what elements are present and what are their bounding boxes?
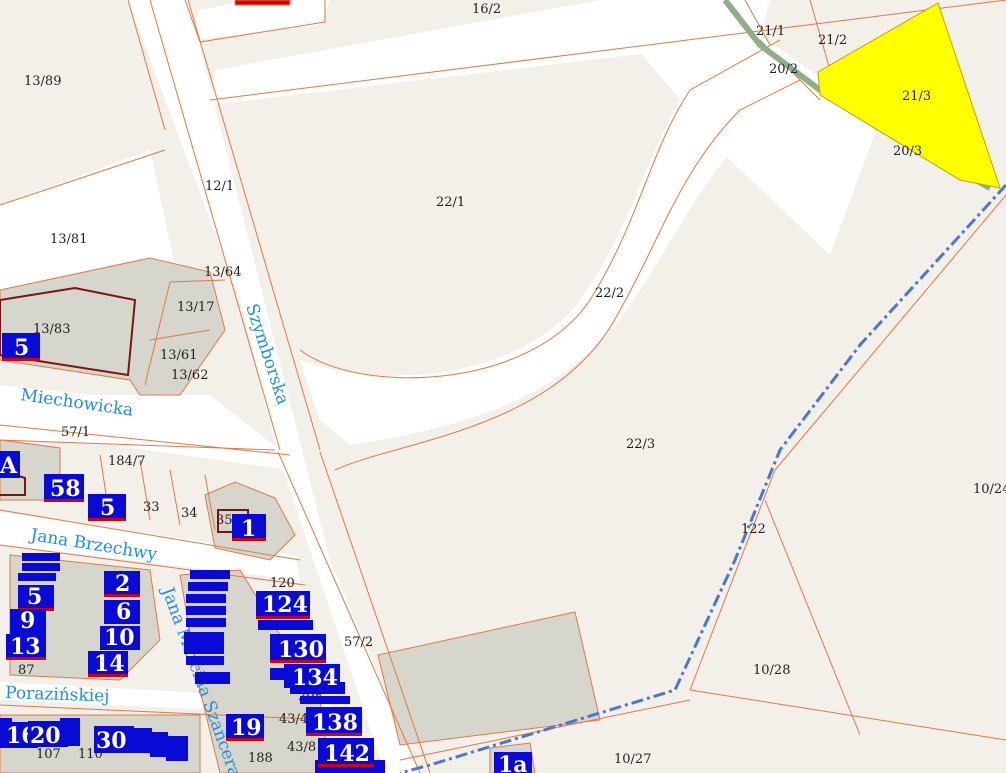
svg-text:1: 1 xyxy=(241,516,256,542)
svg-text:20: 20 xyxy=(30,723,61,749)
parcel-label: 43/4 xyxy=(279,712,308,727)
parcel-label: 120 xyxy=(270,576,295,591)
parcel-label: 184/7 xyxy=(108,454,145,469)
parcel-label: 13/62 xyxy=(171,368,208,383)
house-number-marker: 20 xyxy=(28,721,68,749)
parcel-label: 16/2 xyxy=(472,2,501,17)
parcel-label: 13/81 xyxy=(50,232,87,247)
house-number-marker: 13 xyxy=(6,634,46,660)
parcel-label: 21/2 xyxy=(818,33,847,48)
house-number-marker: 5 xyxy=(88,494,126,521)
parcel-label: 122 xyxy=(741,522,766,537)
svg-text:5: 5 xyxy=(14,335,29,361)
house-number-marker: 58 xyxy=(44,474,84,502)
house-number-marker: 130 xyxy=(270,634,326,663)
svg-text:9: 9 xyxy=(20,608,35,634)
parcel-label: 35 xyxy=(216,513,233,528)
house-number-marker: 5 xyxy=(2,333,40,361)
parcel-label: 57/2 xyxy=(344,635,373,650)
parcel-label: 21/3 xyxy=(902,89,931,104)
house-number-marker: 2 xyxy=(104,571,140,597)
cadastral-map[interactable]: 16/2 13/89 21/1 21/2 20/2 21/3 20/3 22/1… xyxy=(0,0,1006,773)
parcel-label: 13/61 xyxy=(160,348,197,363)
svg-text:13: 13 xyxy=(10,634,41,660)
svg-text:2: 2 xyxy=(115,571,130,597)
house-number-marker: 1a xyxy=(494,752,532,773)
svg-text:5: 5 xyxy=(27,584,42,610)
parcel-label: 34 xyxy=(181,506,198,521)
svg-text:5: 5 xyxy=(100,495,115,521)
house-number-marker: 10 xyxy=(100,625,140,651)
house-number-marker: 14 xyxy=(88,651,128,677)
parcel-label: 87 xyxy=(18,663,35,678)
svg-text:19: 19 xyxy=(231,715,262,741)
svg-text:134: 134 xyxy=(292,665,338,691)
parcel-label: 21/1 xyxy=(756,24,785,39)
house-number-marker: 1 xyxy=(232,514,266,542)
svg-text:1a: 1a xyxy=(498,752,528,773)
svg-text:14: 14 xyxy=(94,651,125,677)
svg-text:6: 6 xyxy=(116,599,131,625)
house-number-marker: 30 xyxy=(94,726,134,754)
parcel-label: 10/27 xyxy=(614,752,651,767)
street-label-porazinskiej: Porazińskiej xyxy=(5,683,110,707)
svg-text:10: 10 xyxy=(104,625,135,651)
parcel-label: 13/17 xyxy=(177,300,214,315)
parcel-label: 13/64 xyxy=(204,265,241,280)
svg-text:130: 130 xyxy=(278,637,324,663)
svg-text:142: 142 xyxy=(324,741,370,767)
svg-text:124: 124 xyxy=(262,592,308,618)
svg-text:A: A xyxy=(0,453,18,479)
parcel-label: 13/89 xyxy=(24,74,61,89)
svg-text:30: 30 xyxy=(96,728,127,754)
parcel-label: 188 xyxy=(248,751,273,766)
parcel-label: 10/28 xyxy=(753,663,790,678)
house-number-marker: 142 xyxy=(318,738,374,767)
house-number-marker: 5 xyxy=(18,584,54,611)
house-number-marker: 138 xyxy=(306,707,362,736)
parcel-label: 10/24 xyxy=(973,482,1006,497)
house-number-marker: 134 xyxy=(284,664,340,691)
house-number-marker: A xyxy=(0,451,20,479)
svg-text:138: 138 xyxy=(312,710,358,736)
house-number-marker: 124 xyxy=(256,591,310,619)
parcel-label: 12/1 xyxy=(205,179,234,194)
parcel-label: 43/8 xyxy=(287,740,316,755)
parcel-label: 57/1 xyxy=(61,425,90,440)
house-number-marker: 9 xyxy=(10,608,46,634)
parcel-label: 20/3 xyxy=(893,144,922,159)
house-number-marker: 19 xyxy=(226,714,264,741)
parcel-label: 107 xyxy=(36,747,61,762)
parcel-label: 22/1 xyxy=(436,195,465,210)
parcel-label: 20/2 xyxy=(769,62,798,77)
house-number-marker: 6 xyxy=(104,599,140,625)
svg-text:58: 58 xyxy=(50,476,81,502)
parcel-label: 22/3 xyxy=(626,437,655,452)
parcel-label: 33 xyxy=(143,500,160,515)
parcel-label: 22/2 xyxy=(595,286,624,301)
